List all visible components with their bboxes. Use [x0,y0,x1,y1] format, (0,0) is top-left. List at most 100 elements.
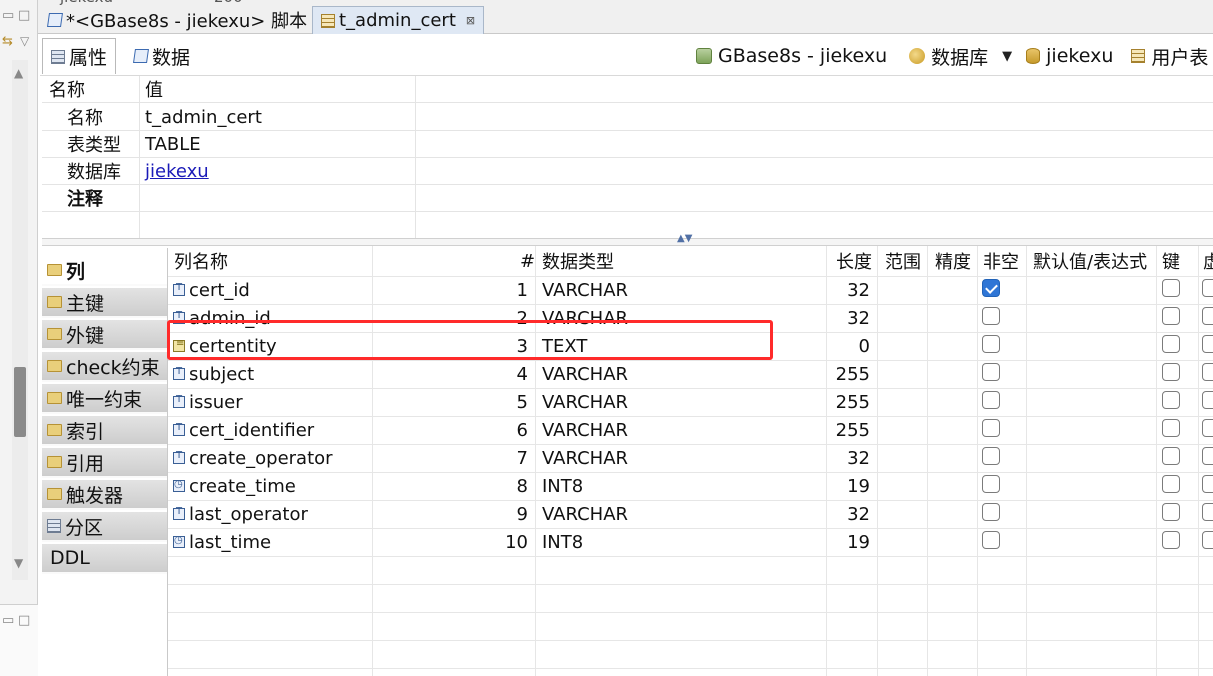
close-icon[interactable]: ⊠ [466,14,475,27]
virtual-checkbox[interactable] [1202,419,1213,437]
column-header-virtual[interactable]: 虚 [1203,246,1213,276]
cell-length[interactable]: 19 [828,528,870,556]
tab-script[interactable]: *<GBase8s - jiekexu> 脚本 [40,6,315,34]
key-checkbox[interactable] [1162,475,1180,493]
cell-data-type[interactable]: VARCHAR [542,276,628,304]
key-checkbox[interactable] [1162,419,1180,437]
breadcrumb-connection[interactable]: GBase8s - jiekexu [718,45,887,67]
key-checkbox[interactable] [1162,503,1180,521]
notnull-checkbox[interactable] [982,531,1000,549]
sidebar-item-primary-key[interactable]: 主键 [42,288,167,318]
cell-column-name[interactable]: cert_id [173,276,250,304]
cell-length[interactable]: 255 [828,388,870,416]
column-header-precision[interactable]: 精度 [935,246,971,276]
panel-splitter[interactable] [42,238,1213,246]
notnull-checkbox[interactable] [982,447,1000,465]
tab-table[interactable]: t_admin_cert ⊠ [312,6,485,34]
scroll-down-icon[interactable]: ▼ [14,556,23,570]
splitter-arrows-icon[interactable]: ▲▼ [677,233,692,244]
link-icon[interactable]: ⇆ [2,34,13,49]
property-value[interactable]: t_admin_cert [145,107,262,128]
column-header-index[interactable]: # [520,246,535,276]
sidebar-item-foreign-key[interactable]: 外键 [42,320,167,350]
breadcrumb-user-tables[interactable]: 用户表 [1151,43,1208,70]
cell-index[interactable]: 8 [468,472,528,500]
cell-data-type[interactable]: VARCHAR [542,388,628,416]
cell-index[interactable]: 10 [468,528,528,556]
cell-length[interactable]: 19 [828,472,870,500]
cell-length[interactable]: 0 [828,332,870,360]
key-checkbox[interactable] [1162,335,1180,353]
cell-column-name[interactable]: subject [173,360,254,388]
cell-index[interactable]: 4 [468,360,528,388]
notnull-checkbox[interactable] [982,279,1000,297]
notnull-checkbox[interactable] [982,363,1000,381]
virtual-checkbox[interactable] [1202,391,1213,409]
subtab-properties[interactable]: 属性 [42,38,117,74]
notnull-checkbox[interactable] [982,391,1000,409]
chevron-down-icon[interactable]: ▼ [1002,49,1012,64]
minimize-icon[interactable]: ▭ [2,8,14,23]
minimize-icon[interactable]: ▭ [2,613,14,628]
cell-column-name[interactable]: last_operator [173,500,308,528]
notnull-checkbox[interactable] [982,307,1000,325]
cell-length[interactable]: 32 [828,304,870,332]
maximize-icon[interactable]: □ [18,8,30,23]
notnull-checkbox[interactable] [982,475,1000,493]
vertical-scrollbar[interactable] [12,60,28,580]
virtual-checkbox[interactable] [1202,279,1213,297]
virtual-checkbox[interactable] [1202,531,1213,549]
chevron-down-icon[interactable]: ▽ [20,34,29,48]
maximize-icon[interactable]: □ [18,613,30,628]
key-checkbox[interactable] [1162,447,1180,465]
sidebar-item-ddl[interactable]: DDL [42,544,167,574]
sidebar-item-indexes[interactable]: 索引 [42,416,167,446]
cell-length[interactable]: 32 [828,276,870,304]
virtual-checkbox[interactable] [1202,307,1213,325]
sidebar-item-columns[interactable]: 列 [42,256,167,286]
scroll-up-icon[interactable]: ▲ [14,66,23,80]
cell-length[interactable]: 32 [828,444,870,472]
virtual-checkbox[interactable] [1202,475,1213,493]
sidebar-item-references[interactable]: 引用 [42,448,167,478]
cell-data-type[interactable]: INT8 [542,528,583,556]
cell-data-type[interactable]: VARCHAR [542,500,628,528]
cell-column-name[interactable]: create_operator [173,444,333,472]
key-checkbox[interactable] [1162,531,1180,549]
notnull-checkbox[interactable] [982,503,1000,521]
cell-column-name[interactable]: create_time [173,472,296,500]
cell-index[interactable]: 6 [468,416,528,444]
cell-index[interactable]: 5 [468,388,528,416]
virtual-checkbox[interactable] [1202,447,1213,465]
column-header-key[interactable]: 键 [1162,246,1180,276]
notnull-checkbox[interactable] [982,335,1000,353]
sidebar-item-check[interactable]: check约束 [42,352,167,382]
key-checkbox[interactable] [1162,391,1180,409]
cell-column-name[interactable]: cert_identifier [173,416,314,444]
virtual-checkbox[interactable] [1202,503,1213,521]
cell-column-name[interactable]: issuer [173,388,243,416]
database-link[interactable]: jiekexu [145,161,209,182]
cell-index[interactable]: 1 [468,276,528,304]
sidebar-item-unique[interactable]: 唯一约束 [42,384,167,414]
sidebar-item-partitions[interactable]: 分区 [42,512,167,542]
cell-length[interactable]: 255 [828,360,870,388]
column-header-range[interactable]: 范围 [885,246,921,276]
column-header-notnull[interactable]: 非空 [983,246,1019,276]
breadcrumb-databases[interactable]: 数据库 [931,43,988,70]
sidebar-item-triggers[interactable]: 触发器 [42,480,167,510]
cell-data-type[interactable]: VARCHAR [542,444,628,472]
cell-length[interactable]: 32 [828,500,870,528]
key-checkbox[interactable] [1162,363,1180,381]
key-checkbox[interactable] [1162,307,1180,325]
column-header-length[interactable]: 长度 [836,246,872,276]
property-row[interactable]: 名称 t_admin_cert [42,104,1213,131]
property-row[interactable]: 数据库 jiekexu [42,158,1213,185]
virtual-checkbox[interactable] [1202,363,1213,381]
cell-data-type[interactable]: VARCHAR [542,416,628,444]
scrollbar-thumb[interactable] [14,367,26,437]
cell-index[interactable]: 7 [468,444,528,472]
notnull-checkbox[interactable] [982,419,1000,437]
column-header-type[interactable]: 数据类型 [542,246,614,276]
cell-data-type[interactable]: INT8 [542,472,583,500]
